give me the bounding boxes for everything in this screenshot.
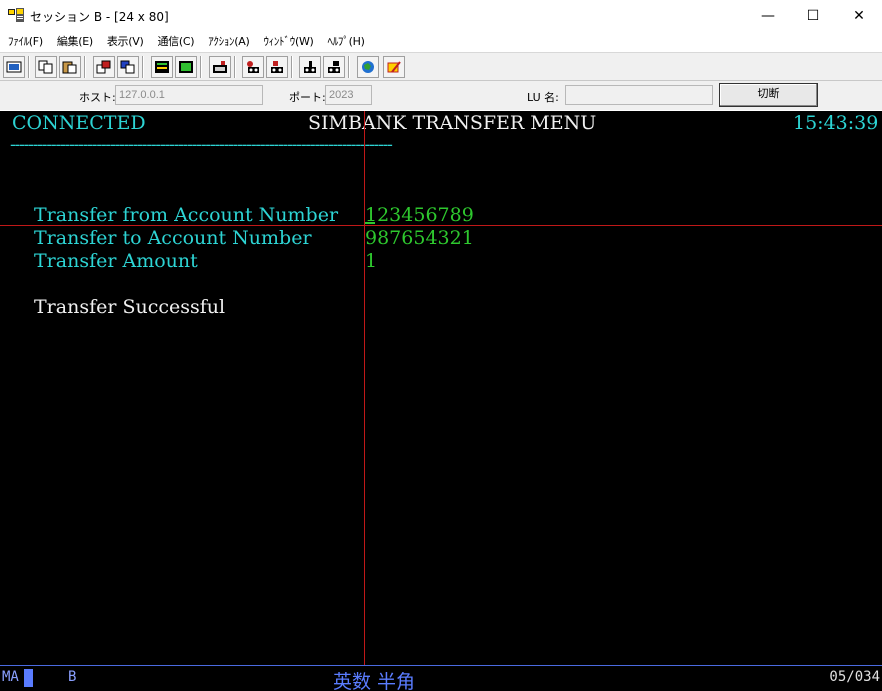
header-separator: ----------------------------------------… <box>10 135 393 155</box>
menu-edit[interactable]: 編集(E) <box>57 33 93 49</box>
close-button[interactable]: ✕ <box>836 0 882 31</box>
toolbar-separator <box>200 56 202 78</box>
host-label: ホスト: <box>79 91 116 104</box>
print-screen-icon[interactable] <box>3 56 25 78</box>
disconnect-button[interactable]: 切断 <box>719 83 818 107</box>
toolbar-separator <box>28 56 30 78</box>
toolbar-separator <box>234 56 236 78</box>
connection-bar: ホスト: 127.0.0.1 ポート: 2023 LU 名: 切断 <box>0 80 882 110</box>
macro-record-icon[interactable] <box>209 56 231 78</box>
menu-window[interactable]: ｳｨﾝﾄﾞｳ(W) <box>263 33 313 49</box>
globe-icon[interactable] <box>357 56 379 78</box>
to-account-label: Transfer to Account Number <box>34 227 312 249</box>
screen-capture-icon[interactable] <box>323 56 345 78</box>
port-field[interactable]: 2023 <box>325 85 372 105</box>
window-title: セッション B - [24 x 80] <box>30 10 169 24</box>
menu-communication[interactable]: 通信(C) <box>157 33 194 49</box>
keyboard-setup-icon[interactable] <box>175 56 197 78</box>
maximize-button[interactable]: ☐ <box>790 0 836 31</box>
toolbar-separator <box>348 56 350 78</box>
ruler-line-vertical <box>364 111 365 665</box>
clock: 15:43:39 <box>793 112 879 134</box>
cursor-position: 05/034 <box>829 669 880 685</box>
lu-name-label: LU 名: <box>527 91 559 104</box>
paste-icon[interactable] <box>59 56 81 78</box>
to-account-input[interactable]: 987654321 <box>365 227 474 250</box>
toolbar-separator <box>142 56 144 78</box>
toolbar-separator <box>291 56 293 78</box>
display-setup-icon[interactable] <box>151 56 173 78</box>
ime-mode-indicator: 英数 半角 <box>333 671 416 691</box>
host-field[interactable]: 127.0.0.1 <box>115 85 263 105</box>
amount-label: Transfer Amount <box>34 250 198 272</box>
lu-name-field[interactable] <box>565 85 713 105</box>
connection-status: CONNECTED <box>12 112 146 134</box>
result-message: Transfer Successful <box>34 296 226 318</box>
menu-help[interactable]: ﾍﾙﾌﾟ(H) <box>328 33 365 49</box>
copy-icon[interactable] <box>35 56 57 78</box>
receive-file-icon[interactable] <box>117 56 139 78</box>
edit-icon[interactable] <box>383 56 405 78</box>
operator-info-area: MA B 英数 半角 05/034 <box>0 665 882 691</box>
send-file-icon[interactable] <box>93 56 115 78</box>
menu-action[interactable]: ｱｸｼｮﾝ(A) <box>208 33 250 49</box>
ruler-line-horizontal <box>0 225 882 226</box>
macro-stop-icon[interactable] <box>266 56 288 78</box>
terminal-screen[interactable]: CONNECTED SIMBANK TRANSFER MENU 15:43:39… <box>0 111 882 665</box>
title-bar: セッション B - [24 x 80] — ☐ ✕ <box>0 0 882 31</box>
minimize-button[interactable]: — <box>745 0 791 31</box>
session-indicator: B <box>68 669 77 685</box>
text-cursor <box>365 222 375 224</box>
mode-indicator: MA <box>2 669 19 685</box>
screen-title: SIMBANK TRANSFER MENU <box>308 112 597 134</box>
menu-file[interactable]: ﾌｧｲﾙ(F) <box>8 33 43 49</box>
cursor-block-indicator <box>24 669 33 687</box>
clipboard-icon[interactable] <box>299 56 321 78</box>
terminal-app-icon <box>8 8 24 22</box>
amount-input[interactable]: 1 <box>365 250 377 273</box>
from-account-input[interactable]: 123456789 <box>365 204 474 227</box>
port-label: ポート: <box>289 91 326 104</box>
menu-view[interactable]: 表示(V) <box>107 33 144 49</box>
toolbar-separator <box>84 56 86 78</box>
from-account-label: Transfer from Account Number <box>34 204 339 226</box>
toolbar <box>0 52 882 80</box>
menu-bar: ﾌｧｲﾙ(F) 編集(E) 表示(V) 通信(C) ｱｸｼｮﾝ(A) ｳｨﾝﾄﾞ… <box>0 31 882 51</box>
macro-play-icon[interactable] <box>242 56 264 78</box>
